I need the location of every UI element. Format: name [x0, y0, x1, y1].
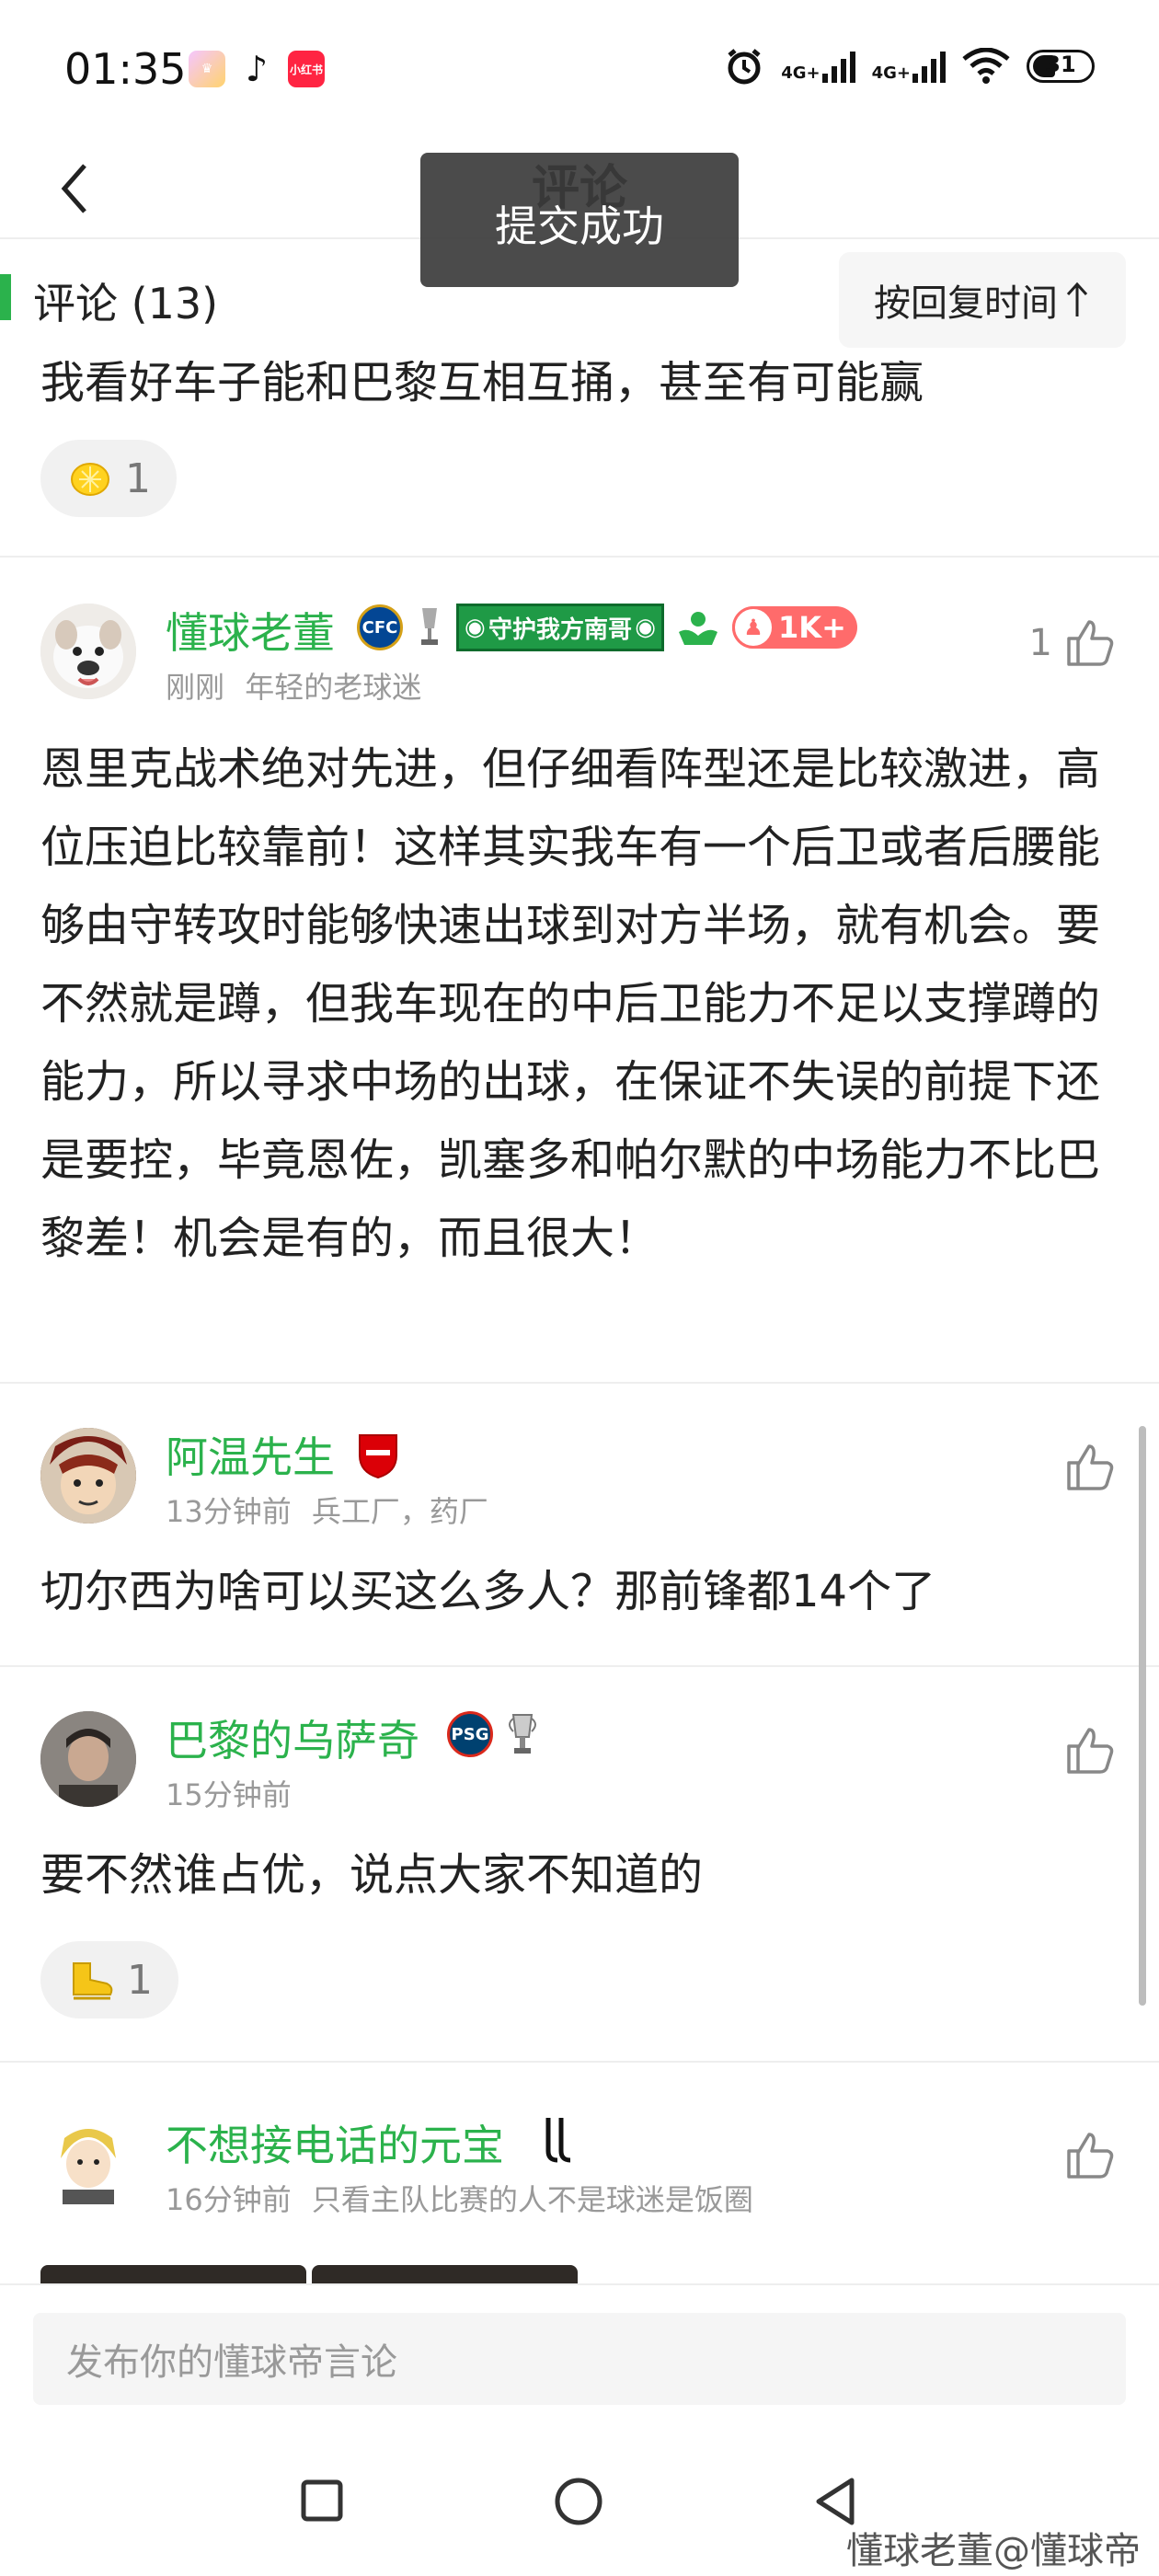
battery-indicator: 31 [1027, 50, 1095, 83]
status-app-icons: ♛ ♪ 小红书 [189, 49, 325, 89]
psg-badge-icon: PSG [447, 1711, 493, 1757]
reaction-count: 1 [125, 454, 151, 502]
lemon-icon [71, 463, 109, 496]
username[interactable]: 不想接电话的元宝 [166, 2112, 504, 2173]
photo-avatar-image [40, 1711, 136, 1807]
crown-app-icon: ♛ [189, 51, 225, 87]
charity-icon [679, 612, 717, 645]
status-bar: 01:35 ♛ ♪ 小红书 4G+ 4G+ 31 [0, 0, 1159, 138]
comment-text: 恩里克战术绝对先进，但仔细看阵型还是比较激进，高位压迫比较靠前！这样其实我车有一… [40, 743, 1101, 1264]
thumbs-up-icon [1067, 1728, 1114, 1774]
trophy-icon [421, 608, 438, 645]
comment-text: 要不然谁占优，说点大家不知道的 [40, 1849, 704, 1901]
reaction-count: 1 [127, 1956, 153, 2004]
arsenal-badge-icon [357, 1432, 399, 1483]
tiktok-icon: ♪ [245, 49, 269, 89]
avatar[interactable] [40, 1711, 136, 1807]
fan-banner-badge: ◉ 守护我方南哥 ◉ [456, 604, 664, 651]
user-badges: CFC ◉ 守护我方南哥 ◉ ♟ 1K+ [357, 604, 857, 651]
user-tag: 年轻的老球迷 [245, 670, 422, 705]
like-button[interactable] [1063, 1441, 1117, 1494]
avatar[interactable] [40, 1428, 136, 1524]
chelsea-badge-icon: CFC [357, 604, 403, 650]
user-badges: PSG [447, 1711, 539, 1757]
user-tag: 兵工厂，药厂 [311, 1494, 488, 1529]
reaction-button[interactable]: 1 [40, 1941, 178, 2018]
toast-message: 提交成功 [420, 153, 739, 287]
user-circle-icon: ♟ [732, 606, 775, 649]
comment-text: 切尔西为啥可以买这么多人？那前锋都14个了 [40, 1566, 936, 1617]
comment-meta: 刚刚 年轻的老球迷 [166, 664, 421, 707]
thumbs-up-icon [1067, 620, 1114, 666]
dog-avatar-image [40, 604, 136, 699]
juventus-badge-icon [541, 2114, 578, 2168]
comment-meta: 13分钟前 兵工厂，药厂 [166, 1489, 488, 1531]
watermark: 懂球老董@懂球帝 [846, 2530, 1141, 2572]
comment-time: 刚刚 [166, 670, 225, 705]
recent-apps-button[interactable] [300, 2478, 344, 2523]
signal-2: 4G+ [872, 50, 946, 83]
golden-boot-icon [73, 1962, 113, 2000]
like-count: 1 [1028, 622, 1052, 664]
trophy-icon [509, 1714, 536, 1754]
arrow-up-icon [1066, 282, 1088, 316]
like-button[interactable]: 1 [1029, 616, 1117, 670]
anime-avatar-image [40, 1428, 136, 1524]
banner-left-icon: ◉ [465, 614, 486, 641]
thumbs-up-icon [1067, 1444, 1114, 1490]
home-button[interactable] [554, 2477, 603, 2526]
section-accent-bar [0, 274, 11, 320]
username[interactable]: 巴黎的乌萨奇 [166, 1708, 419, 1768]
user-tag: 只看主队比赛的人不是球迷是饭圈 [311, 2182, 753, 2217]
comment-item: 阿温先生 13分钟前 兵工厂，药厂 切尔西为啥可以买这么多人？那前锋都14个了 [0, 1384, 1159, 1665]
comment-item: 巴黎的乌萨奇 PSG 15分钟前 要不然谁占优，说点大家不知道的 1 [0, 1667, 1159, 2061]
comment-item: 懂球老董 CFC ◉ 守护我方南哥 ◉ ♟ 1K+ 刚刚 年轻的老球迷 1 恩里… [0, 559, 1159, 1382]
status-time: 01:35 [64, 44, 187, 94]
like-button[interactable] [1063, 2129, 1117, 2182]
xiaohongshu-icon: 小红书 [288, 51, 325, 87]
avatar[interactable] [40, 604, 136, 699]
comment-input[interactable]: 发布你的懂球帝言论 [33, 2313, 1126, 2405]
back-nav-button[interactable] [813, 2477, 859, 2526]
status-indicators: 4G+ 4G+ 31 [724, 46, 1095, 86]
reaction-button[interactable]: 1 [40, 440, 177, 517]
comment-time: 15分钟前 [166, 1777, 292, 1812]
comment-time: 13分钟前 [166, 1494, 292, 1529]
fans-count-badge: ♟ 1K+ [732, 606, 857, 649]
comment-input-area: 发布你的懂球帝言论 [0, 2283, 1159, 2431]
wifi-icon [962, 48, 1010, 84]
sort-button[interactable]: 按回复时间 [839, 252, 1126, 348]
divider [0, 556, 1159, 558]
banner-right-icon: ◉ [635, 614, 656, 641]
like-button[interactable] [1063, 1724, 1117, 1777]
cartoon-avatar-image [40, 2116, 136, 2212]
avatar[interactable] [40, 2116, 136, 2212]
username[interactable]: 懂球老董 [166, 600, 335, 661]
comment-time: 16分钟前 [166, 2182, 292, 2217]
thumbs-up-icon [1067, 2133, 1114, 2179]
scrollbar[interactable] [1139, 1426, 1146, 2006]
comment-meta: 16分钟前 只看主队比赛的人不是球迷是饭圈 [166, 2177, 753, 2219]
comment-meta: 15分钟前 [166, 1772, 292, 1814]
comment-item: 不想接电话的元宝 16分钟前 只看主队比赛的人不是球迷是饭圈 [0, 2063, 1159, 2283]
comments-count-label: 评论 (13) [33, 279, 219, 328]
username[interactable]: 阿温先生 [166, 1424, 335, 1485]
alarm-icon [728, 49, 761, 85]
signal-1: 4G+ [781, 50, 855, 83]
